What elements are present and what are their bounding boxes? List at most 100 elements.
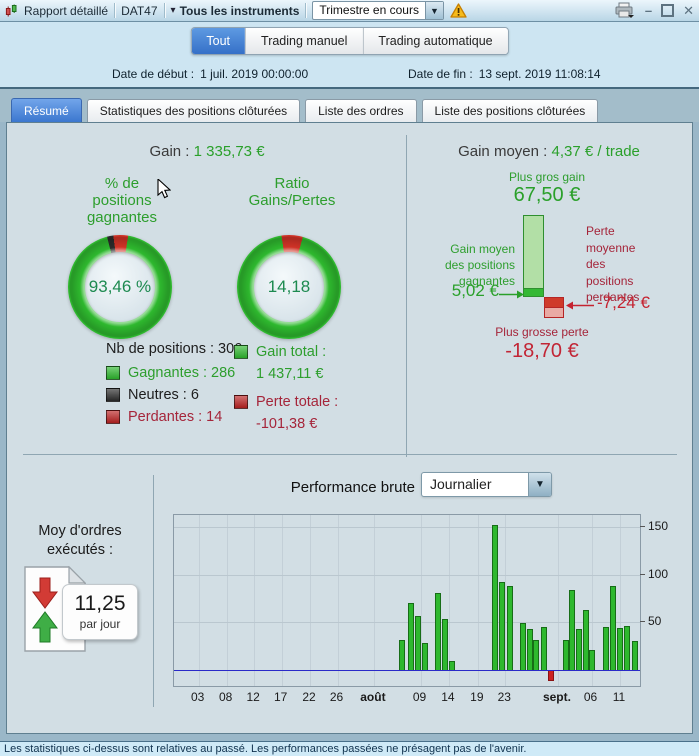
chart-bar	[533, 640, 540, 670]
legend-label: Gagnantes : 286	[128, 365, 236, 381]
legend-swatch	[234, 395, 248, 409]
chart-bar	[520, 623, 527, 670]
chart-baseline	[174, 670, 640, 671]
chart-bar	[610, 586, 617, 670]
window-controls: – ✕	[614, 2, 694, 19]
horizontal-divider	[23, 454, 677, 455]
x-tick-label: 22	[302, 690, 316, 704]
positions-legend: Nb de positions : 306 Gagnantes : 286 Neu…	[106, 341, 242, 428]
window-title: Rapport détaillé	[24, 3, 109, 18]
x-tick-label: 06	[583, 690, 598, 704]
x-tick-label: 23	[497, 690, 511, 704]
winrate-donut-chart: 93,46 %	[68, 235, 172, 339]
maximize-icon[interactable]	[661, 4, 675, 17]
orders-average-label: Moy d'ordres exécutés :	[38, 523, 122, 558]
candlestick-icon	[5, 4, 18, 17]
total-value: -101,38 €	[256, 416, 318, 432]
report-window: Rapport détaillé DAT47 ▾ Tous les instru…	[0, 0, 699, 756]
caret-down-icon: ▾	[170, 4, 176, 16]
max-gain-value: 67,50 €	[513, 184, 581, 206]
orders-average-box: 11,25 par jour	[62, 584, 138, 640]
x-tick-label: sept.	[542, 690, 571, 704]
x-tick-label: 08	[218, 690, 233, 704]
dropdown-arrow-icon[interactable]: ▼	[528, 473, 551, 496]
tab-statistiques-des-positions-cloturees[interactable]: Statistiques des positions clôturées	[86, 99, 301, 122]
print-icon[interactable]	[614, 2, 636, 19]
chart-bar	[526, 629, 533, 670]
warning-icon[interactable]	[450, 3, 467, 18]
y-tick-label: 150	[648, 519, 669, 534]
left-arrow-icon	[566, 298, 594, 316]
tab-liste-des-positions-cloturees[interactable]: Liste des positions clôturées	[421, 99, 599, 122]
dropdown-arrow-icon[interactable]: ▼	[424, 2, 443, 19]
chart-bar	[602, 627, 609, 670]
date-end: Date de fin :13 sept. 2019 11:08:14	[408, 67, 601, 81]
period-dropdown[interactable]: Trimestre en cours ▼	[312, 1, 444, 20]
winrate-value: 93,46 %	[85, 252, 155, 322]
y-tick-label: 50	[648, 614, 662, 629]
chart-bar	[589, 649, 596, 670]
gridline	[337, 515, 339, 686]
close-icon[interactable]: ✕	[683, 4, 694, 17]
performance-chart	[173, 514, 641, 687]
ratio-title: Ratio Gains/Pertes	[248, 175, 336, 209]
ratio-value: 14,18	[254, 252, 324, 322]
gain-bar	[523, 215, 544, 297]
y-tick-label: 100	[648, 566, 669, 581]
x-tick-label: 14	[441, 690, 455, 704]
average-gain-header: Gain moyen : 4,37 € / trade	[458, 143, 640, 160]
chart-bar	[575, 629, 582, 670]
view-button-trading-manuel[interactable]: Trading manuel	[245, 28, 363, 54]
instruments-selector[interactable]: ▾ Tous les instruments	[171, 4, 300, 18]
view-button-trading-automatique[interactable]: Trading automatique	[362, 28, 508, 54]
view-button-tout[interactable]: Tout	[191, 28, 246, 54]
y-tick-mark	[640, 573, 645, 575]
chart-bar	[631, 641, 638, 670]
gridline	[174, 574, 640, 576]
chart-bar	[435, 592, 442, 670]
gridline	[281, 515, 283, 686]
legend-swatch	[106, 388, 120, 402]
legend-label: Neutres : 6	[128, 387, 199, 403]
performance-period-dropdown[interactable]: Journalier ▼	[421, 472, 552, 497]
minimize-icon[interactable]: –	[645, 4, 652, 17]
winrate-title: % de positions gagnantes	[86, 175, 158, 226]
chart-bar	[399, 640, 406, 670]
avg-loss-segment	[545, 298, 563, 308]
x-tick-label: 09	[412, 690, 427, 704]
view-buttons-row: Tout Trading manuel Trading automatique	[0, 22, 699, 59]
mouse-cursor-icon	[157, 177, 172, 204]
gridline	[310, 515, 312, 686]
tab-strip: Résumé Statistiques des positions clôturé…	[11, 98, 599, 122]
total-label: Perte totale :	[256, 394, 339, 410]
performance-period-value: Journalier	[430, 476, 492, 492]
gridline	[254, 515, 256, 686]
chart-bar	[498, 582, 505, 670]
tab-resume[interactable]: Résumé	[11, 98, 82, 122]
chart-bar	[624, 626, 631, 670]
x-tick-label: août	[360, 690, 386, 704]
legend-swatch	[106, 366, 120, 380]
tab-band: Résumé Statistiques des positions clôturé…	[0, 89, 699, 122]
tab-liste-des-ordres[interactable]: Liste des ordres	[305, 99, 417, 122]
gridline	[373, 515, 375, 686]
chart-bar	[415, 615, 422, 670]
x-tick-label: 12	[246, 690, 260, 704]
title-bar: Rapport détaillé DAT47 ▾ Tous les instru…	[0, 0, 699, 22]
chart-bar	[547, 671, 554, 681]
chart-bar	[506, 586, 513, 670]
x-tick-label: 19	[470, 690, 484, 704]
chart-bar	[616, 628, 623, 670]
total-item: Gain total : 1 437,11 €	[234, 341, 338, 385]
x-tick-label: 03	[191, 690, 205, 704]
total-label: Gain total :	[256, 344, 327, 360]
legend-item: Gagnantes : 286	[106, 362, 242, 384]
chart-bar	[448, 661, 455, 670]
positions-total: Nb de positions : 306	[106, 341, 243, 357]
separator	[305, 3, 307, 18]
max-gain-label: Plus gros gain	[508, 170, 586, 184]
ratio-donut-chart: 14,18	[237, 235, 341, 339]
average-gain-value: 4,37 € / trade	[551, 143, 640, 160]
max-loss-value: -18,70 €	[505, 340, 579, 362]
view-button-group: Tout Trading manuel Trading automatique	[190, 27, 509, 55]
